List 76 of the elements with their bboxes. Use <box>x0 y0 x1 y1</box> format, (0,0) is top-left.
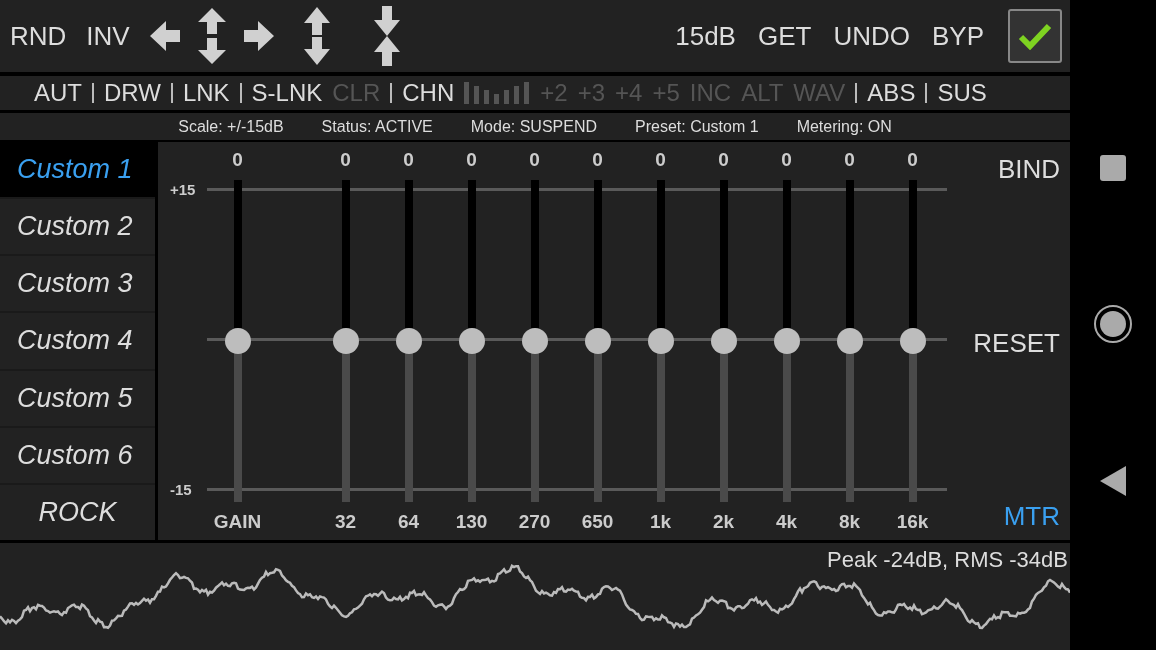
mode-toggle[interactable]: S-LNK <box>251 79 323 107</box>
slider-value: 0 <box>907 148 918 172</box>
slider-value: 0 <box>718 148 729 172</box>
home-nav-icon[interactable] <box>1093 304 1133 344</box>
slider-track[interactable] <box>710 180 737 502</box>
toolbar-button[interactable]: RND <box>10 20 67 52</box>
status-text: Metering: ON <box>796 117 892 136</box>
compress-vertical-icon[interactable] <box>373 6 400 66</box>
status-text: Preset: Custom 1 <box>635 117 759 136</box>
side-button[interactable]: RESET <box>973 327 1060 359</box>
status-text: Scale: +/-15dB <box>178 117 284 136</box>
down-arrow-icon[interactable] <box>197 38 226 64</box>
scale-label: +15 <box>170 181 196 198</box>
scale-label: -15 <box>170 481 192 498</box>
band-label: GAIN <box>213 510 262 534</box>
slider-thumb[interactable] <box>395 328 422 354</box>
mode-toggle[interactable]: SUS <box>937 79 987 107</box>
slider-thumb[interactable] <box>899 328 926 354</box>
left-arrow-icon[interactable] <box>149 21 180 51</box>
slider-track[interactable] <box>521 180 548 502</box>
checkmark-icon <box>1018 22 1052 50</box>
status-text: Status: ACTIVE <box>321 117 433 136</box>
slider-track[interactable] <box>899 180 926 502</box>
right-arrow-icon[interactable] <box>243 21 274 51</box>
toolbar-button[interactable]: GET <box>757 20 812 52</box>
slider-value: 0 <box>781 148 792 172</box>
slider-thumb[interactable] <box>521 328 548 354</box>
slider-track[interactable] <box>395 180 422 502</box>
status-text: Mode: SUSPEND <box>470 117 598 136</box>
slider-value: 0 <box>466 148 477 172</box>
slider-value: 0 <box>844 148 855 172</box>
toolbar-button[interactable]: BYP <box>931 20 984 52</box>
slider-thumb[interactable] <box>458 328 485 354</box>
slider-thumb[interactable] <box>710 328 737 354</box>
slider-thumb[interactable] <box>332 328 359 354</box>
up-arrow-icon[interactable] <box>197 8 226 34</box>
band-label: 1k <box>649 510 672 534</box>
side-button[interactable]: BIND <box>997 154 1060 185</box>
slider-value: 0 <box>232 148 243 172</box>
band-label: 32 <box>334 510 357 534</box>
band-label: 8k <box>838 510 861 534</box>
slider-thumb[interactable] <box>773 328 800 354</box>
slider-thumb[interactable] <box>584 328 611 354</box>
band-label: 16k <box>896 510 929 534</box>
slider-track[interactable] <box>647 180 674 502</box>
toolbar-button[interactable]: 15dB <box>675 20 736 52</box>
slider-track[interactable] <box>458 180 485 502</box>
band-label: 270 <box>518 510 551 534</box>
slider-thumb[interactable] <box>836 328 863 354</box>
slider-value: 0 <box>340 148 351 172</box>
slider-track[interactable] <box>773 180 800 502</box>
band-label: 4k <box>775 510 798 534</box>
meter-reading: Peak -24dB, RMS -34dB <box>827 547 1068 573</box>
slider-track[interactable] <box>332 180 359 502</box>
mode-toggle[interactable]: CHN <box>402 79 455 107</box>
toolbar-button[interactable]: UNDO <box>833 20 910 52</box>
slider-value: 0 <box>655 148 666 172</box>
band-label: 2k <box>712 510 735 534</box>
slider-value: 0 <box>403 148 414 172</box>
slider-value: 0 <box>592 148 603 172</box>
slider-track[interactable] <box>224 180 251 502</box>
expand-vertical-icon[interactable] <box>303 7 330 65</box>
band-label: 650 <box>581 510 614 534</box>
square-nav-icon[interactable] <box>1099 154 1127 182</box>
slider-track[interactable] <box>836 180 863 502</box>
preset-item[interactable]: Custom 1 <box>0 142 155 200</box>
slider-thumb[interactable] <box>647 328 674 354</box>
toolbar-button[interactable]: INV <box>86 20 130 52</box>
band-label: 130 <box>455 510 488 534</box>
slider-value: 0 <box>529 148 540 172</box>
band-label: 64 <box>397 510 420 534</box>
slider-thumb[interactable] <box>224 328 251 354</box>
slider-track[interactable] <box>584 180 611 502</box>
back-nav-icon[interactable] <box>1100 466 1126 496</box>
side-button[interactable]: MTR <box>1003 501 1060 532</box>
enable-checkbox[interactable] <box>1008 9 1062 63</box>
